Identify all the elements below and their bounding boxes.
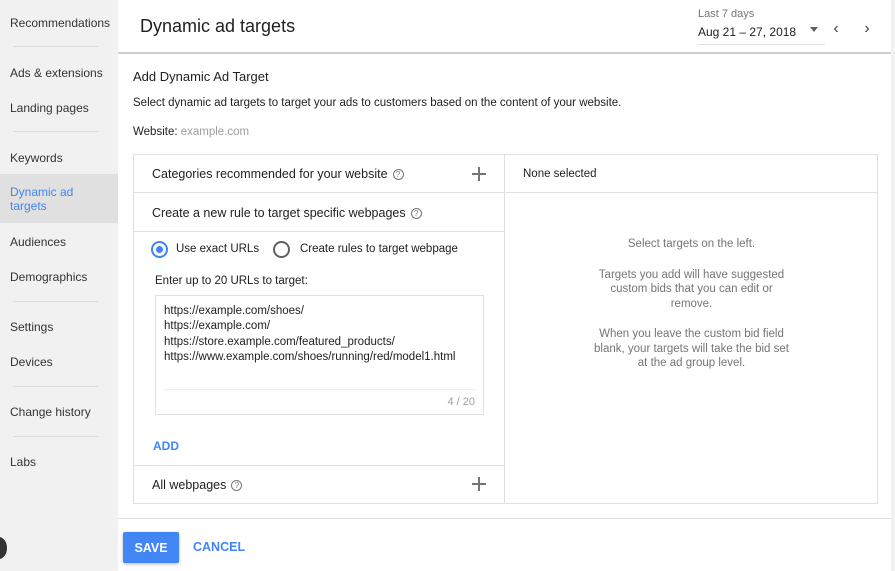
urls-textarea[interactable]: https://example.com/shoes/ https://examp… bbox=[164, 304, 479, 384]
website-row: Website: example.com bbox=[133, 126, 249, 138]
sidebar-item-ads-extensions[interactable]: Ads & extensions bbox=[0, 66, 118, 80]
sidebar-item-demographics[interactable]: Demographics bbox=[0, 270, 118, 284]
help-icon[interactable]: ? bbox=[392, 169, 404, 180]
radio-create-rules[interactable] bbox=[273, 241, 290, 258]
all-webpages-label: All webpages? bbox=[152, 478, 243, 492]
dropdown-arrow-icon[interactable] bbox=[810, 27, 818, 32]
nav-divider bbox=[13, 301, 98, 302]
date-range-selector[interactable]: Aug 21 – 27, 2018 bbox=[698, 25, 796, 39]
all-webpages-text: All webpages bbox=[152, 478, 227, 492]
main-content: Dynamic ad targets Last 7 days Aug 21 – … bbox=[118, 0, 891, 571]
nav-divider bbox=[13, 436, 98, 437]
sidebar-item-change-history[interactable]: Change history bbox=[0, 405, 118, 419]
sidebar-item-landing-pages[interactable]: Landing pages bbox=[0, 101, 118, 115]
selection-header: None selected bbox=[506, 155, 877, 193]
scrollbar-track bbox=[891, 0, 895, 571]
categories-text: Categories recommended for your website bbox=[152, 167, 388, 181]
urls-label: Enter up to 20 URLs to target: bbox=[155, 275, 308, 287]
nav-divider bbox=[13, 46, 98, 47]
sidebar-item-labs[interactable]: Labs bbox=[0, 455, 118, 469]
website-label: Website: bbox=[133, 126, 178, 138]
target-panel: Categories recommended for your website?… bbox=[133, 154, 878, 504]
urls-underline bbox=[164, 389, 476, 390]
add-button[interactable]: ADD bbox=[153, 439, 179, 453]
cancel-button[interactable]: CANCEL bbox=[193, 540, 245, 554]
sidebar-nav: Recommendations Ads & extensions Landing… bbox=[0, 0, 118, 571]
chevron-left-icon[interactable]: ‹ bbox=[829, 20, 843, 38]
new-rule-row: Create a new rule to target specific web… bbox=[134, 193, 504, 232]
plus-icon[interactable] bbox=[472, 477, 486, 491]
sidebar-item-settings[interactable]: Settings bbox=[0, 320, 118, 334]
target-options: Categories recommended for your website?… bbox=[134, 155, 505, 503]
empty-message: Select targets on the left. bbox=[627, 238, 756, 250]
chevron-right-icon[interactable]: › bbox=[860, 20, 874, 38]
empty-message: Targets you add will have suggested cust… bbox=[598, 268, 785, 310]
radio-label-create-rules[interactable]: Create rules to target webpage bbox=[300, 243, 458, 255]
sidebar-item-recommendations[interactable]: Recommendations bbox=[0, 16, 118, 30]
date-range-underline bbox=[698, 44, 825, 45]
save-button[interactable]: SAVE bbox=[123, 532, 179, 563]
page-title: Dynamic ad targets bbox=[140, 16, 296, 36]
date-range-label: Last 7 days bbox=[698, 8, 755, 20]
floating-action-button[interactable] bbox=[0, 537, 7, 559]
form-title: Add Dynamic Ad Target bbox=[133, 69, 269, 84]
categories-row[interactable]: Categories recommended for your website? bbox=[134, 155, 504, 193]
plus-icon[interactable] bbox=[472, 167, 486, 181]
selection-empty-state: Select targets on the left. Targets you … bbox=[506, 237, 877, 387]
radio-label-use-exact-urls[interactable]: Use exact URLs bbox=[176, 243, 259, 255]
website-value: example.com bbox=[180, 126, 250, 138]
new-rule-label: Create a new rule to target specific web… bbox=[152, 206, 422, 220]
sidebar-item-devices[interactable]: Devices bbox=[0, 355, 118, 369]
radio-use-exact-urls[interactable] bbox=[151, 241, 168, 258]
help-icon[interactable]: ? bbox=[410, 208, 422, 219]
sidebar-item-keywords[interactable]: Keywords bbox=[0, 151, 118, 165]
urls-field[interactable]: https://example.com/shoes/ https://examp… bbox=[155, 295, 484, 415]
empty-message: When you leave the custom bid field blan… bbox=[594, 328, 789, 369]
page-header: Dynamic ad targets Last 7 days Aug 21 – … bbox=[118, 0, 891, 54]
sidebar-item-dynamic-ad-targets[interactable]: Dynamic ad targets bbox=[0, 174, 118, 223]
footer-divider bbox=[118, 518, 891, 519]
help-icon[interactable]: ? bbox=[231, 480, 243, 491]
form-description: Select dynamic ad targets to target your… bbox=[133, 97, 622, 109]
nav-divider bbox=[13, 131, 98, 132]
urls-counter: 4 / 20 bbox=[447, 396, 475, 408]
all-webpages-row[interactable]: All webpages? bbox=[134, 465, 504, 503]
categories-label: Categories recommended for your website? bbox=[152, 167, 404, 181]
sidebar-item-audiences[interactable]: Audiences bbox=[0, 235, 118, 249]
new-rule-text: Create a new rule to target specific web… bbox=[152, 206, 406, 220]
nav-divider bbox=[13, 386, 98, 387]
selection-status: None selected bbox=[523, 168, 597, 180]
